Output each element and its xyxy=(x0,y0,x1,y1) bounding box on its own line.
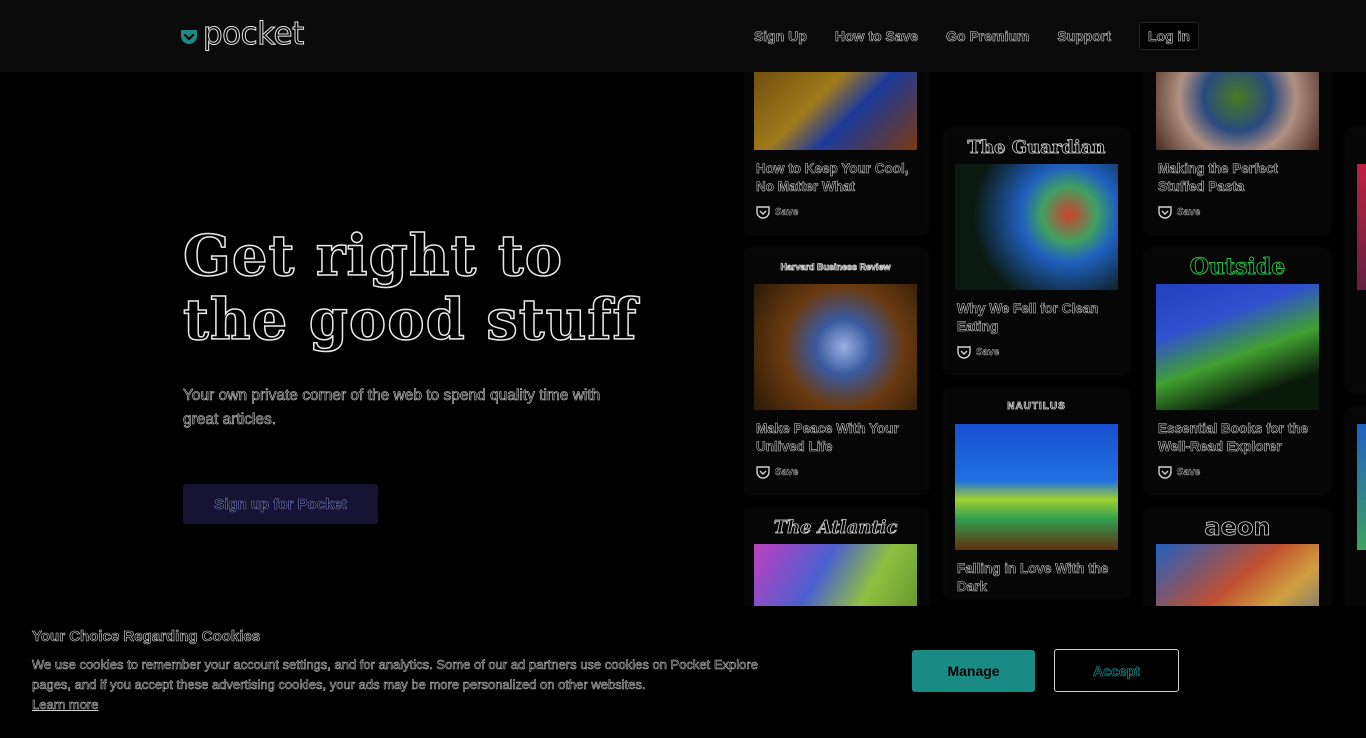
article-card[interactable]: Making the Perfect Stuffed Pasta Save xyxy=(1146,72,1329,233)
article-image xyxy=(1156,284,1319,410)
article-title: Make Peace With Your Unlived Life xyxy=(756,421,899,455)
save-button[interactable]: Save xyxy=(744,456,927,493)
cookie-title: Your Choice Regarding Cookies xyxy=(32,628,261,646)
publisher-name: The Atlantic xyxy=(773,516,898,538)
article-title: Essential Books for the Well-Read Explor… xyxy=(1158,421,1309,455)
article-image xyxy=(754,284,917,410)
article-image xyxy=(955,164,1118,290)
accept-cookies-button[interactable]: Accept xyxy=(1054,649,1179,692)
publisher-name: Outside xyxy=(1189,254,1286,281)
article-card[interactable]: Outside Essential Books for the Well-Rea… xyxy=(1146,250,1329,493)
article-image xyxy=(1357,424,1366,550)
article-card[interactable]: The Atlantic xyxy=(744,510,927,606)
publisher-name: The Guardian xyxy=(967,136,1106,158)
hero-title-line-2: the good stuff xyxy=(182,287,638,353)
manage-cookies-button[interactable]: Manage xyxy=(912,650,1035,692)
pocket-save-icon xyxy=(756,206,770,219)
article-title: Making the Perfect Stuffed Pasta xyxy=(1158,161,1279,195)
article-card[interactable]: How to Keep Your Cool, No Matter What Sa… xyxy=(744,72,927,233)
article-image xyxy=(1357,164,1366,290)
article-image xyxy=(1156,544,1319,606)
nav-sign-up[interactable]: Sign Up xyxy=(754,28,807,45)
article-image xyxy=(754,72,917,150)
article-image xyxy=(1156,72,1319,150)
pocket-save-icon xyxy=(756,466,770,479)
save-label: Save xyxy=(775,467,799,478)
article-title: How to Keep Your Cool, No Matter What xyxy=(756,161,909,195)
save-label: Save xyxy=(775,207,799,218)
save-button[interactable]: Save xyxy=(1146,456,1329,493)
article-card[interactable]: The Guardian Why We Fell for Clean Eatin… xyxy=(945,130,1128,373)
save-button[interactable]: Save xyxy=(744,196,927,233)
pocket-save-icon xyxy=(1158,466,1172,479)
cookie-text: We use cookies to remember your account … xyxy=(32,657,758,693)
article-card[interactable]: Harvard Business Review Make Peace With … xyxy=(744,250,927,493)
nav-how-to-save[interactable]: How to Save xyxy=(835,28,919,45)
publisher-name: aeon xyxy=(1204,513,1271,542)
pocket-logo[interactable]: pocket xyxy=(179,16,305,53)
article-image xyxy=(955,424,1118,550)
nav-go-premium[interactable]: Go Premium xyxy=(946,28,1030,45)
learn-more-link[interactable]: Learn more xyxy=(32,695,99,715)
pocket-save-icon xyxy=(957,346,971,359)
pocket-logo-icon xyxy=(181,30,197,44)
cookie-banner: Your Choice Regarding Cookies We use coo… xyxy=(0,606,1366,738)
article-card-partial[interactable] xyxy=(1347,410,1366,606)
signup-cta-button[interactable]: Sign up for Pocket xyxy=(183,484,378,524)
article-card-grid: How to Keep Your Cool, No Matter What Sa… xyxy=(744,72,1366,606)
article-title: Falling in Love With the Dark xyxy=(957,561,1109,595)
publisher-name: Harvard Business Review xyxy=(780,262,891,273)
article-card[interactable]: NAUTILUS Falling in Love With the Dark xyxy=(945,390,1128,596)
login-button[interactable]: Log in xyxy=(1139,22,1199,50)
save-button[interactable]: Save xyxy=(945,336,1128,373)
article-image xyxy=(754,544,917,606)
save-label: Save xyxy=(976,347,1000,358)
save-label: Save xyxy=(1177,207,1201,218)
pocket-save-icon xyxy=(1158,206,1172,219)
save-button[interactable]: Save xyxy=(1146,196,1329,233)
article-card-partial[interactable] xyxy=(1347,130,1366,390)
top-nav: Sign Up How to Save Go Premium Support L… xyxy=(726,22,1199,50)
save-label: Save xyxy=(1177,467,1201,478)
site-header: pocket Sign Up How to Save Go Premium Su… xyxy=(0,0,1366,72)
publisher-name: NAUTILUS xyxy=(1007,401,1066,412)
pocket-wordmark: pocket xyxy=(203,16,305,53)
hero-subtitle: Your own private corner of the web to sp… xyxy=(183,387,601,429)
nav-support[interactable]: Support xyxy=(1057,28,1111,45)
hero-title: Get right to the good stuff xyxy=(182,223,643,353)
article-title: Why We Fell for Clean Eating xyxy=(957,301,1099,335)
article-card[interactable]: aeon xyxy=(1146,510,1329,606)
hero-title-line-1: Get right to xyxy=(182,223,564,289)
